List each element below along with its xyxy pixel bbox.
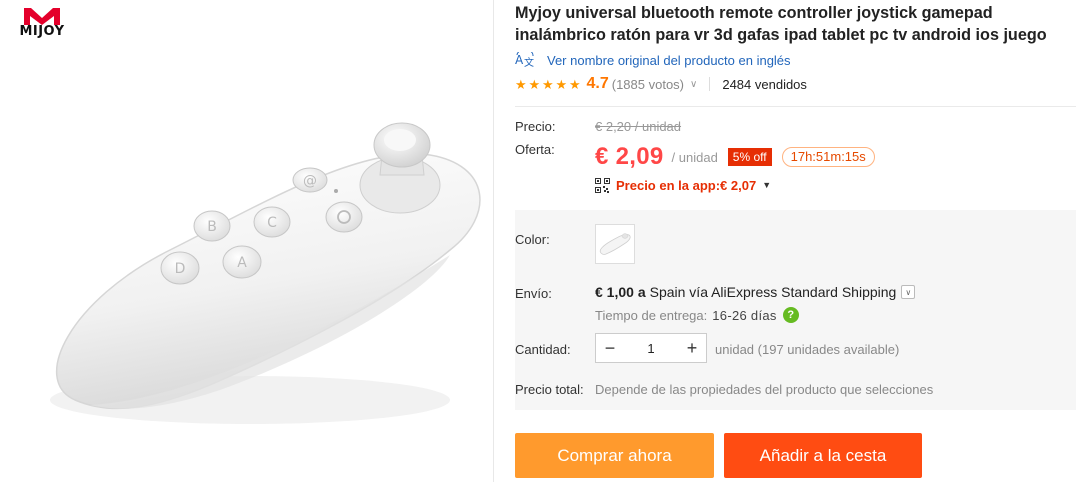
star-icon: ★ bbox=[515, 76, 527, 92]
translate-link[interactable]: A 文 Ver nombre original del producto en … bbox=[515, 51, 791, 69]
color-option-white[interactable] bbox=[595, 224, 635, 264]
votes-count[interactable]: (1885 votos) bbox=[612, 77, 684, 92]
photo-button-d-label: D bbox=[175, 261, 186, 277]
product-title: Myjoy universal bluetooth remote control… bbox=[515, 4, 1047, 44]
svg-text:文: 文 bbox=[524, 56, 534, 68]
quantity-increase-button[interactable]: + bbox=[678, 334, 706, 362]
price-unit: / unidad bbox=[671, 149, 718, 165]
panel-divider bbox=[493, 0, 494, 482]
quantity-label: Cantidad: bbox=[515, 342, 571, 357]
product-info-panel: Myjoy universal bluetooth remote control… bbox=[515, 0, 1076, 482]
photo-button-b-label: B bbox=[207, 219, 217, 235]
total-price-note: Depende de las propiedades del producto … bbox=[595, 382, 934, 397]
app-price-text[interactable]: Precio en la app:€ 2,07 bbox=[616, 178, 756, 193]
delivery-label: Tiempo de entrega: bbox=[595, 307, 708, 323]
product-image-panel: MIJOY @ B C A D bbox=[0, 0, 493, 482]
price-label: Precio: bbox=[515, 119, 556, 134]
quantity-available: unidad (197 unidades available) bbox=[715, 342, 900, 357]
quantity-input[interactable]: 1 bbox=[624, 341, 678, 356]
original-price: € 2,20 / unidad bbox=[595, 119, 682, 134]
add-to-cart-button[interactable]: Añadir a la cesta bbox=[724, 433, 922, 478]
star-rating[interactable]: ★ ★ ★ ★ ★ bbox=[515, 78, 583, 91]
star-icon: ★ bbox=[569, 76, 581, 92]
photo-button-c-label: C bbox=[267, 215, 277, 231]
sold-count: 2484 vendidos bbox=[722, 76, 807, 92]
shipping-label: Envío: bbox=[515, 286, 552, 301]
star-icon: ★ bbox=[542, 76, 554, 92]
brand-logo-mark bbox=[24, 8, 60, 25]
sale-price: € 2,09 bbox=[595, 143, 664, 170]
photo-button-a-label: A bbox=[237, 255, 247, 271]
chevron-down-icon[interactable]: ∨ bbox=[901, 285, 916, 299]
star-icon: ★ bbox=[528, 76, 541, 92]
divider bbox=[709, 77, 711, 91]
app-price-link[interactable]: Precio en la app:€ 2,07 ▼ bbox=[595, 176, 771, 194]
translate-link-text[interactable]: Ver nombre original del producto en ingl… bbox=[547, 53, 791, 68]
product-photo: @ B C A D bbox=[50, 122, 481, 424]
offer-label: Oferta: bbox=[515, 142, 555, 157]
brand-logo-text: MIJOY bbox=[19, 24, 65, 39]
sale-price-row: € 2,09 / unidad 5% off 17h:51m:15s bbox=[595, 142, 875, 172]
total-price-label: Precio total: bbox=[515, 382, 584, 397]
brand-logo: MIJOY bbox=[12, 6, 72, 44]
chevron-down-icon[interactable]: ∨ bbox=[690, 79, 697, 90]
question-icon[interactable]: ? bbox=[782, 307, 799, 323]
options-panel: Color: Envío: € 1,00 a Spain vía AliExpr… bbox=[515, 210, 1076, 410]
color-label: Color: bbox=[515, 232, 550, 247]
discount-badge: 5% off bbox=[727, 148, 772, 166]
delivery-days: 16-26 días bbox=[712, 307, 777, 323]
quantity-decrease-button[interactable]: − bbox=[596, 334, 624, 362]
svg-text:A: A bbox=[515, 53, 524, 67]
translate-icon: A 文 bbox=[515, 52, 534, 68]
buy-now-button[interactable]: Comprar ahora bbox=[515, 433, 714, 478]
shipping-method[interactable]: Spain vía AliExpress Standard Shipping bbox=[650, 284, 897, 300]
star-icon: ★ bbox=[555, 76, 568, 92]
divider bbox=[515, 106, 1076, 107]
shipping-cost: € 1,00 a bbox=[595, 284, 646, 300]
rating-value: 4.7 bbox=[586, 75, 609, 92]
qr-code-icon bbox=[595, 177, 610, 193]
shipping-selector[interactable]: € 1,00 a Spain vía AliExpress Standard S… bbox=[595, 284, 916, 300]
quantity-stepper: − 1 + bbox=[595, 333, 707, 363]
photo-button-at-label: @ bbox=[303, 173, 317, 189]
rating-row: ★ ★ ★ ★ ★ 4.7 (1885 votos) ∨ 2484 vendid… bbox=[515, 74, 807, 94]
chevron-down-icon[interactable]: ▼ bbox=[762, 180, 771, 190]
countdown-timer: 17h:51m:15s bbox=[781, 147, 875, 167]
color-thumbnail-image bbox=[599, 233, 631, 255]
delivery-time: Tiempo de entrega: 16-26 días ? bbox=[595, 307, 799, 323]
